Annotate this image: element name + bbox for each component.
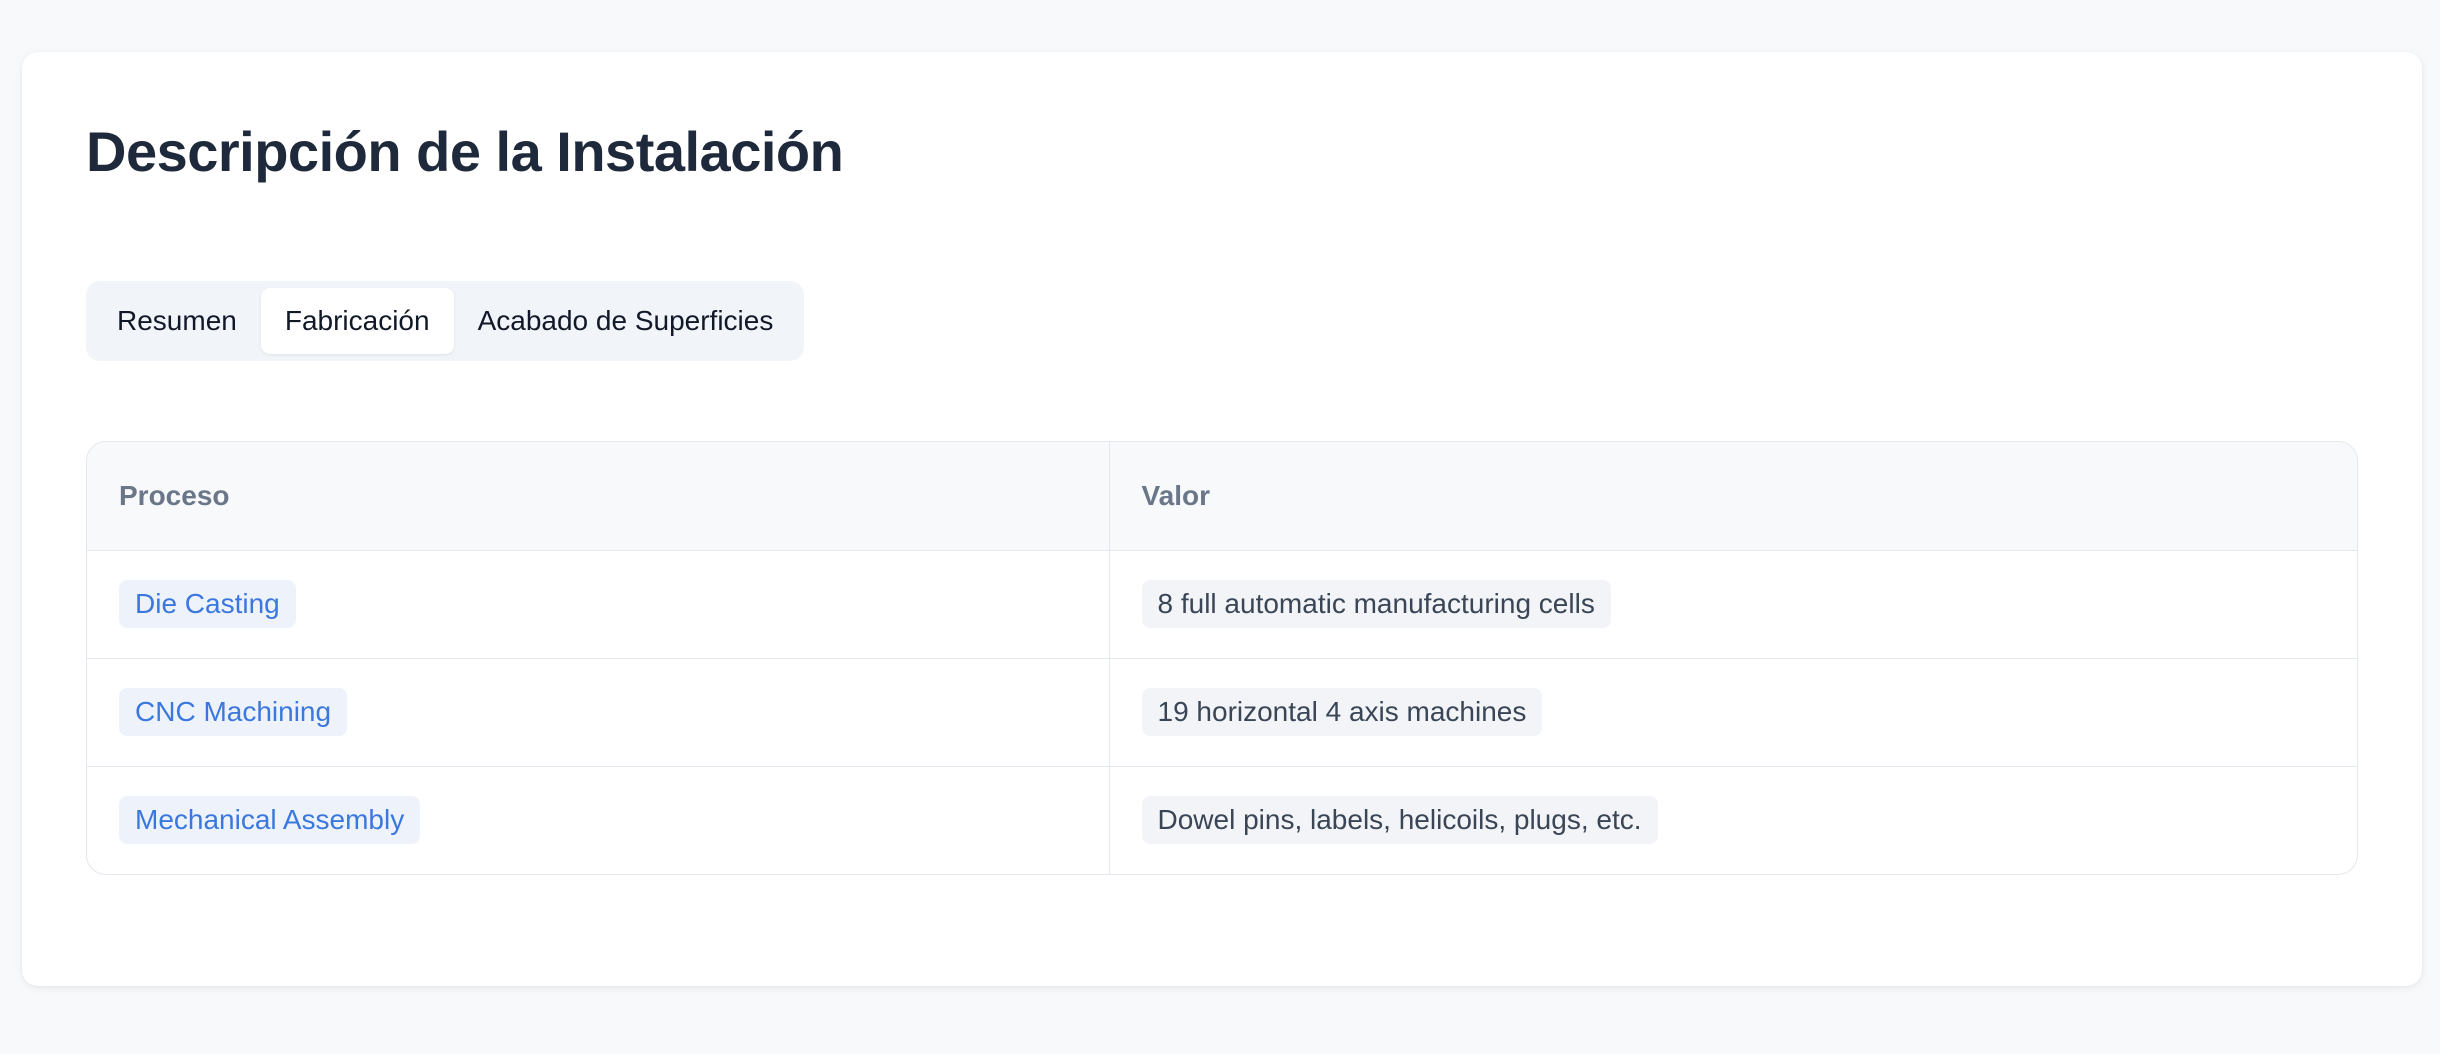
process-cell: Mechanical Assembly: [87, 766, 1110, 874]
tab-acabado-de-superficies[interactable]: Acabado de Superficies: [454, 288, 798, 354]
value-cell: 19 horizontal 4 axis machines: [1109, 658, 2357, 767]
table-header-row: Proceso Valor: [87, 442, 2357, 551]
process-link-mechanical-assembly[interactable]: Mechanical Assembly: [119, 796, 421, 845]
process-table: Proceso Valor Die Casting 8 full automat…: [86, 441, 2358, 875]
page-title: Descripción de la Instalación: [86, 120, 844, 183]
table-row: Mechanical Assembly Dowel pins, labels, …: [87, 766, 2357, 874]
process-cell: CNC Machining: [87, 658, 1110, 767]
column-header-valor: Valor: [1109, 442, 2357, 551]
table-row: Die Casting 8 full automatic manufacturi…: [87, 550, 2357, 659]
table-row: CNC Machining 19 horizontal 4 axis machi…: [87, 658, 2357, 767]
value-cell: 8 full automatic manufacturing cells: [1109, 550, 2357, 659]
tab-fabricacion[interactable]: Fabricación: [260, 288, 454, 354]
content-card: Descripción de la Instalación Resumen Fa…: [22, 52, 2422, 986]
process-cell: Die Casting: [87, 550, 1110, 659]
process-link-die-casting[interactable]: Die Casting: [119, 580, 296, 628]
tab-bar: Resumen Fabricación Acabado de Superfici…: [86, 281, 805, 361]
process-link-cnc-machining[interactable]: CNC Machining: [119, 688, 348, 736]
value-badge: 8 full automatic manufacturing cells: [1141, 580, 1611, 628]
value-cell: Dowel pins, labels, helicoils, plugs, et…: [1109, 766, 2357, 874]
value-badge: 19 horizontal 4 axis machines: [1141, 688, 1543, 736]
value-badge: Dowel pins, labels, helicoils, plugs, et…: [1141, 796, 1658, 845]
column-header-proceso: Proceso: [87, 442, 1110, 551]
tab-resumen[interactable]: Resumen: [93, 288, 261, 354]
